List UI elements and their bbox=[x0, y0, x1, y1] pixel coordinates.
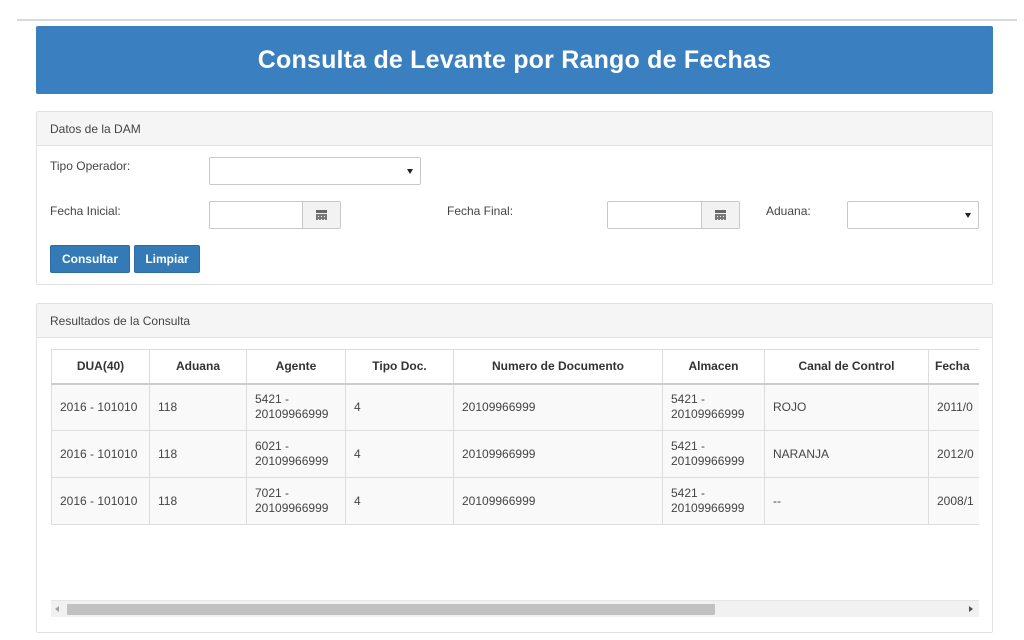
cell-dua: 2016 - 101010 bbox=[51, 383, 150, 431]
tipo-operador-select[interactable] bbox=[209, 157, 421, 185]
aduana-label: Aduana: bbox=[766, 204, 811, 218]
cell-almacen: 5421 - 20109966999 bbox=[662, 430, 765, 478]
table-row[interactable]: 2016 - 101010 118 7021 - 20109966999 4 2… bbox=[51, 477, 979, 525]
cell-tipo-doc: 4 bbox=[345, 477, 454, 525]
tipo-operador-label: Tipo Operador: bbox=[50, 159, 131, 173]
cell-canal-control: -- bbox=[764, 477, 929, 525]
fecha-final-input[interactable] bbox=[607, 201, 740, 229]
cell-fecha: 2008/1 bbox=[928, 477, 979, 525]
results-panel-heading: Resultados de la Consulta bbox=[37, 304, 992, 338]
table-row[interactable]: 2016 - 101010 118 5421 - 20109966999 4 2… bbox=[51, 383, 979, 431]
consultar-button[interactable]: Consultar bbox=[50, 245, 130, 273]
cell-aduana: 118 bbox=[149, 477, 247, 525]
cell-agente: 6021 - 20109966999 bbox=[246, 430, 346, 478]
cell-agente: 7021 - 20109966999 bbox=[246, 477, 346, 525]
calendar-icon bbox=[715, 210, 726, 220]
limpiar-button[interactable]: Limpiar bbox=[134, 245, 200, 273]
fecha-inicial-input[interactable] bbox=[209, 201, 341, 229]
results-table: DUA(40) Aduana Agente Tipo Doc. Numero d… bbox=[51, 349, 979, 525]
fecha-inicial-calendar-button[interactable] bbox=[302, 202, 340, 228]
column-header[interactable]: Aduana bbox=[149, 349, 247, 385]
scrollbar-thumb[interactable] bbox=[67, 604, 715, 615]
cell-agente: 5421 - 20109966999 bbox=[246, 383, 346, 431]
fecha-final-calendar-button[interactable] bbox=[701, 202, 739, 228]
fecha-inicial-label: Fecha Inicial: bbox=[50, 204, 121, 218]
page-title: Consulta de Levante por Rango de Fechas bbox=[257, 45, 772, 74]
column-header[interactable]: Fecha bbox=[928, 349, 979, 385]
cell-fecha: 2012/0 bbox=[928, 430, 979, 478]
dam-panel-heading: Datos de la DAM bbox=[37, 112, 992, 146]
cell-dua: 2016 - 101010 bbox=[51, 477, 150, 525]
horizontal-scrollbar[interactable] bbox=[51, 600, 979, 617]
cell-canal-control: NARANJA bbox=[764, 430, 929, 478]
column-header[interactable]: Agente bbox=[246, 349, 346, 385]
top-divider bbox=[17, 19, 1017, 21]
cell-tipo-doc: 4 bbox=[345, 383, 454, 431]
dam-panel: Datos de la DAM Tipo Operador: Fecha Ini… bbox=[36, 111, 993, 285]
fecha-final-label: Fecha Final: bbox=[447, 204, 514, 218]
cell-aduana: 118 bbox=[149, 430, 247, 478]
caret-down-icon bbox=[407, 169, 413, 174]
table-header-row: DUA(40) Aduana Agente Tipo Doc. Numero d… bbox=[51, 349, 979, 385]
cell-almacen: 5421 - 20109966999 bbox=[662, 383, 765, 431]
results-table-container: DUA(40) Aduana Agente Tipo Doc. Numero d… bbox=[51, 349, 979, 589]
arrow-right-icon[interactable] bbox=[969, 606, 973, 612]
aduana-select[interactable] bbox=[847, 201, 979, 229]
cell-fecha: 2011/0 bbox=[928, 383, 979, 431]
cell-dua: 2016 - 101010 bbox=[51, 430, 150, 478]
cell-almacen: 5421 - 20109966999 bbox=[662, 477, 765, 525]
caret-down-icon bbox=[965, 213, 971, 218]
table-row[interactable]: 2016 - 101010 118 6021 - 20109966999 4 2… bbox=[51, 430, 979, 478]
cell-canal-control: ROJO bbox=[764, 383, 929, 431]
column-header[interactable]: Almacen bbox=[662, 349, 765, 385]
cell-numero-documento: 20109966999 bbox=[453, 383, 663, 431]
cell-aduana: 118 bbox=[149, 383, 247, 431]
column-header[interactable]: DUA(40) bbox=[51, 349, 150, 385]
results-panel: Resultados de la Consulta DUA(40) Aduana… bbox=[36, 303, 993, 633]
cell-numero-documento: 20109966999 bbox=[453, 477, 663, 525]
cell-numero-documento: 20109966999 bbox=[453, 430, 663, 478]
column-header[interactable]: Numero de Documento bbox=[453, 349, 663, 385]
cell-tipo-doc: 4 bbox=[345, 430, 454, 478]
column-header[interactable]: Tipo Doc. bbox=[345, 349, 454, 385]
column-header[interactable]: Canal de Control bbox=[764, 349, 929, 385]
arrow-left-icon[interactable] bbox=[55, 606, 59, 612]
page-header: Consulta de Levante por Rango de Fechas bbox=[36, 26, 993, 94]
calendar-icon bbox=[316, 210, 327, 220]
